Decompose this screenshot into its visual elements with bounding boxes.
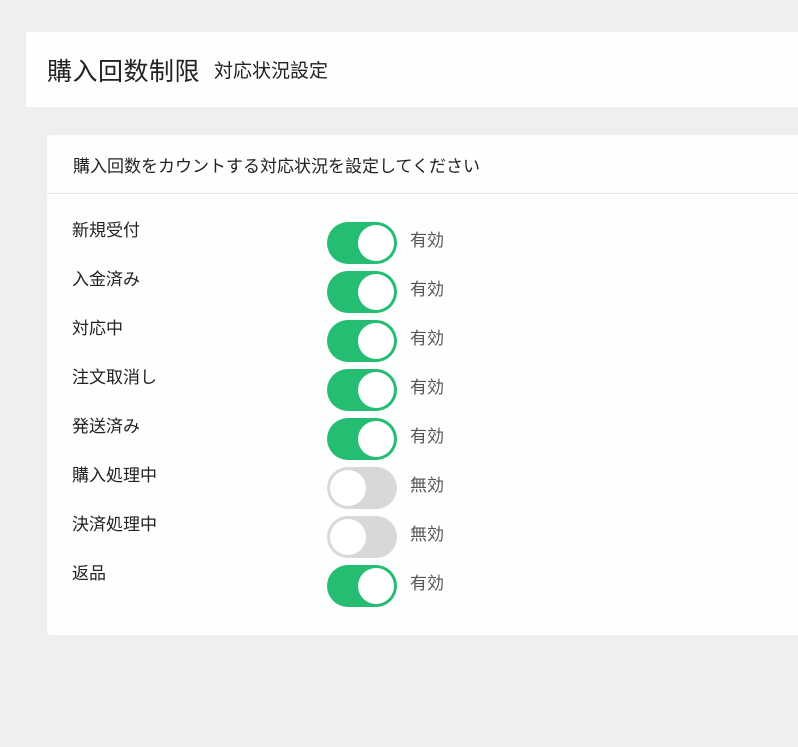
toggle-switch[interactable] [327,467,397,509]
setting-label: 発送済み [72,417,140,437]
toggle-knob [330,519,366,555]
toggle-knob [358,568,394,604]
setting-label: 注文取消し [72,368,157,388]
toggle-state-label: 無効 [410,525,444,545]
toggle-switch[interactable] [327,516,397,558]
card-description: 購入回数をカウントする対応状況を設定してください [47,135,798,194]
setting-row: 購入処理中 無効 [47,465,798,509]
toggle-switch[interactable] [327,369,397,411]
setting-label: 入金済み [72,270,140,290]
toggle-state-label: 有効 [410,231,444,251]
toggle-knob [330,470,366,506]
toggle-state-label: 有効 [410,280,444,300]
toggle-state-label: 有効 [410,427,444,447]
setting-label: 購入処理中 [72,466,157,486]
setting-row: 決済処理中 無効 [47,514,798,558]
toggle-knob [358,225,394,261]
toggle-switch[interactable] [327,271,397,313]
setting-row: 対応中 有効 [47,318,798,362]
setting-row: 入金済み 有効 [47,269,798,313]
page-title: 購入回数制限 [47,56,201,86]
setting-label: 決済処理中 [72,515,157,535]
setting-row: 返品 有効 [47,563,798,607]
toggle-state-label: 有効 [410,329,444,349]
page-subtitle: 対応状況設定 [214,60,329,82]
setting-label: 新規受付 [72,221,140,241]
setting-row: 発送済み 有効 [47,416,798,460]
toggle-switch[interactable] [327,418,397,460]
toggle-state-label: 無効 [410,476,444,496]
toggle-state-label: 有効 [410,378,444,398]
setting-row: 新規受付 有効 [47,220,798,264]
toggle-state-label: 有効 [410,574,444,594]
setting-label: 対応中 [72,319,123,339]
toggle-switch[interactable] [327,320,397,362]
toggle-knob [358,372,394,408]
toggle-knob [358,421,394,457]
toggle-switch[interactable] [327,222,397,264]
setting-row: 注文取消し 有効 [47,367,798,411]
setting-label: 返品 [72,564,106,584]
settings-card: 購入回数をカウントする対応状況を設定してください 新規受付 有効 入金済み 有効… [47,135,798,635]
page-header: 購入回数制限 対応状況設定 [26,32,798,107]
toggle-knob [358,323,394,359]
toggle-switch[interactable] [327,565,397,607]
toggle-knob [358,274,394,310]
